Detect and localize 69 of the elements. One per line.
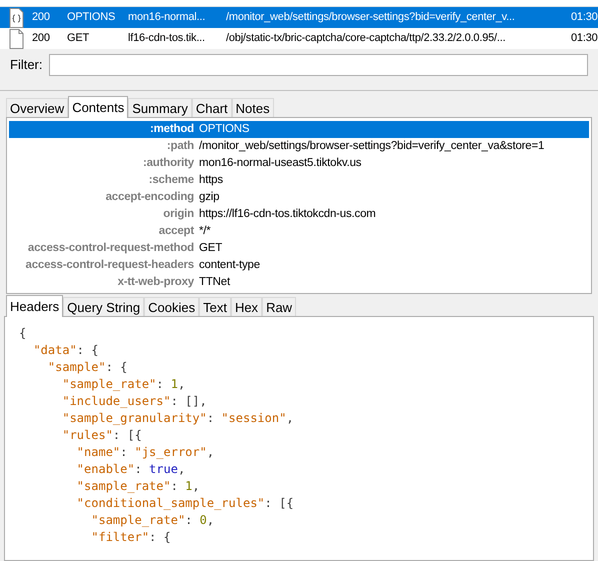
tab[interactable]: Cookies — [144, 297, 200, 316]
header-name: access-control-request-headers — [24, 258, 195, 273]
method-cell-text: OPTIONS — [66, 10, 116, 26]
filter-field[interactable] — [48, 54, 588, 76]
code-line: "enable": true, — [76, 461, 186, 478]
code-line: { — [19, 325, 28, 342]
header-row[interactable]: accept */* — [9, 223, 589, 240]
header-row[interactable]: access-control-request-method GET — [9, 240, 589, 257]
header-name: :path — [166, 138, 195, 154]
header-name: :method — [149, 122, 195, 137]
header-name: accept-encoding — [104, 190, 195, 205]
tab[interactable]: Hex — [230, 297, 262, 316]
tab[interactable]: Contents — [68, 96, 128, 118]
code-line: "sample_rate": 1, — [76, 478, 201, 495]
header-row[interactable]: access-control-request-headers content-type — [9, 257, 589, 274]
code-line: "name": "js_error", — [76, 444, 216, 461]
tab[interactable]: Chart — [192, 98, 232, 117]
header-row[interactable]: :path /monitor_web/settings/browser-settings?bid=verify_center_va&store=1 — [9, 138, 589, 155]
file-icon — [9, 28, 24, 48]
header-row[interactable]: :authority mon16-normal-useast5.tiktokv.us — [9, 155, 589, 172]
url-cell-text: /monitor_web/settings/browser-settings?bid=verify_center_v... — [225, 10, 516, 26]
header-row[interactable]: :method OPTIONS — [9, 121, 589, 138]
header-row[interactable]: origin https://lf16-cdn-tos.tiktokcdn-us.com — [9, 206, 589, 223]
time-cell-text: 01:30 — [570, 10, 598, 26]
header-value: https — [198, 172, 223, 188]
header-value: */* — [198, 224, 211, 239]
code-line: "data": { — [32, 342, 100, 359]
header-name: x-tt-web-proxy — [116, 274, 195, 290]
host-cell-text: mon16-normal... — [127, 10, 206, 26]
tab[interactable]: Query String — [63, 297, 144, 316]
header-value: https://lf16-cdn-tos.tiktokcdn-us.com — [198, 206, 376, 222]
header-name: :authority — [142, 156, 195, 171]
json-file-icon — [9, 8, 24, 28]
host-cell-text: lf16-cdn-tos.tik... — [127, 31, 206, 46]
tab[interactable]: Notes — [232, 98, 274, 117]
header-value: content-type — [198, 258, 260, 273]
header-name: origin — [162, 206, 195, 222]
code-line: "sample_rate": 1, — [61, 376, 186, 393]
header-row[interactable]: accept-encoding gzip — [9, 189, 589, 206]
header-value: mon16-normal-useast5.tiktokv.us — [198, 156, 362, 171]
code-line: "rules": [{ — [61, 427, 143, 444]
code-line: "conditional_sample_rules": [{ — [76, 495, 295, 512]
header-value: gzip — [198, 190, 220, 205]
filter-label: Filter: — [10, 56, 42, 74]
tab[interactable]: Summary — [128, 98, 192, 117]
code-line: "sample_rate": 0, — [90, 512, 216, 529]
header-name: :scheme — [148, 172, 195, 188]
header-value: OPTIONS — [198, 122, 250, 137]
header-row[interactable]: :scheme https — [9, 172, 589, 189]
url-cell-text: /obj/static-tx/bric-captcha/core-captcha/ttp/2.33.2/2.0.0.95/... — [225, 31, 506, 46]
header-value: TTNet — [198, 274, 230, 290]
tab[interactable]: Overview — [6, 98, 68, 117]
status-cell-text: 200 — [32, 31, 51, 46]
tab[interactable]: Text — [199, 297, 231, 316]
code-line: "sample": { — [46, 359, 128, 376]
session-row[interactable]: 200 OPTIONS mon16-normal... /monitor_web/settings/browser-settings?bid=verify_center_v... 01:30 — [0, 7, 598, 28]
header-name: accept — [158, 224, 195, 239]
code-line: "include_users": [], — [61, 393, 208, 410]
status-cell-text: 200 — [32, 10, 51, 26]
tab[interactable]: Raw — [262, 297, 296, 316]
header-row[interactable]: x-tt-web-proxy TTNet — [9, 274, 589, 291]
tab[interactable]: Headers — [6, 295, 64, 317]
code-line: "filter": { — [90, 529, 172, 546]
method-cell-text: GET — [66, 31, 90, 46]
header-value: GET — [198, 240, 222, 256]
header-value: /monitor_web/settings/browser-settings?bid=verify_center_va&store=1 — [198, 138, 544, 154]
code-line: "sample_granularity": "session", — [61, 410, 295, 427]
header-name: access-control-request-method — [26, 240, 195, 256]
time-cell-text: 01:30 — [570, 31, 598, 46]
